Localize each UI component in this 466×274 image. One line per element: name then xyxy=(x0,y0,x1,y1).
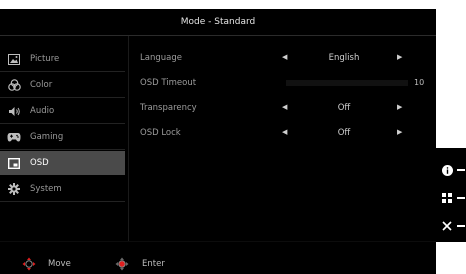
close-key[interactable] xyxy=(436,214,466,238)
gear-icon xyxy=(7,183,21,195)
arrow-left-icon[interactable]: ◀ xyxy=(282,128,287,136)
sidebar-item-label: Gaming xyxy=(30,132,64,142)
sidebar-item-system[interactable]: System xyxy=(0,177,125,202)
sidebar-item-gaming[interactable]: Gaming xyxy=(0,125,125,150)
sidebar-item-label: System xyxy=(30,184,62,194)
info-key[interactable] xyxy=(436,158,466,182)
speaker-icon xyxy=(7,105,21,117)
move-hint-label: Move xyxy=(48,259,71,269)
setting-label: OSD Timeout xyxy=(140,78,197,88)
arrow-right-icon[interactable]: ▶ xyxy=(397,128,402,136)
sidebar-divider xyxy=(128,36,129,241)
osd-timeout-value: 10 xyxy=(414,78,425,87)
sidebar-separator xyxy=(0,123,125,124)
setting-label: Transparency xyxy=(140,103,197,113)
osd-timeout-slider[interactable] xyxy=(286,80,408,86)
arrow-right-icon[interactable]: ▶ xyxy=(397,103,402,111)
language-value: English xyxy=(328,53,360,63)
sidebar-item-picture[interactable]: Picture xyxy=(0,47,125,72)
key-dash xyxy=(457,225,465,227)
key-dash xyxy=(457,169,465,171)
setting-label: Language xyxy=(140,53,182,63)
sidebar-item-label: Audio xyxy=(30,106,55,116)
picture-icon xyxy=(7,53,21,65)
setting-row-language[interactable]: Language ◀ English ▶ xyxy=(140,49,436,74)
arrow-left-icon[interactable]: ◀ xyxy=(282,103,287,111)
osd-lock-value: Off xyxy=(337,128,351,138)
sidebar-separator xyxy=(0,71,125,72)
sidebar-item-label: Picture xyxy=(30,54,60,64)
setting-row-transparency[interactable]: Transparency ◀ Off ▶ xyxy=(140,99,436,124)
sidebar-separator xyxy=(0,201,125,202)
title-divider xyxy=(0,35,436,36)
footer-hints: Move Enter xyxy=(0,257,300,271)
transparency-value: Off xyxy=(337,103,351,113)
enter-hint-label: Enter xyxy=(142,259,165,269)
grid-icon xyxy=(441,192,453,204)
sidebar-separator xyxy=(0,97,125,98)
arrow-right-icon[interactable]: ▶ xyxy=(397,53,402,61)
sidebar-item-audio[interactable]: Audio xyxy=(0,99,125,124)
osd-window: Mode - Standard Picture Color Audio Gami… xyxy=(0,9,436,274)
sidebar: Picture Color Audio Gaming OSD System xyxy=(0,47,125,203)
setting-row-osd-lock[interactable]: OSD Lock ◀ Off ▶ xyxy=(140,124,436,149)
slider-fill xyxy=(286,80,299,86)
osd-title: Mode - Standard xyxy=(180,17,256,27)
settings-panel: Language ◀ English ▶ OSD Timeout 10 Tran… xyxy=(140,49,436,149)
hotkey-panel xyxy=(436,148,466,242)
sidebar-separator xyxy=(0,149,125,150)
osd-icon xyxy=(7,157,21,169)
color-icon xyxy=(7,79,21,91)
sidebar-item-label: OSD xyxy=(30,158,49,168)
close-icon xyxy=(441,220,453,232)
gamepad-icon xyxy=(7,131,21,143)
info-icon xyxy=(441,164,453,176)
key-dash xyxy=(457,197,465,199)
joystick-move-icon xyxy=(22,257,36,271)
footer-divider xyxy=(0,241,436,242)
joystick-enter-icon xyxy=(115,257,129,271)
arrow-left-icon[interactable]: ◀ xyxy=(282,53,287,61)
sidebar-item-osd[interactable]: OSD xyxy=(0,151,125,175)
sidebar-item-label: Color xyxy=(30,80,53,90)
sidebar-item-color[interactable]: Color xyxy=(0,73,125,98)
setting-label: OSD Lock xyxy=(140,128,181,138)
grid-key[interactable] xyxy=(436,186,466,210)
setting-row-osd-timeout[interactable]: OSD Timeout 10 xyxy=(140,74,436,99)
